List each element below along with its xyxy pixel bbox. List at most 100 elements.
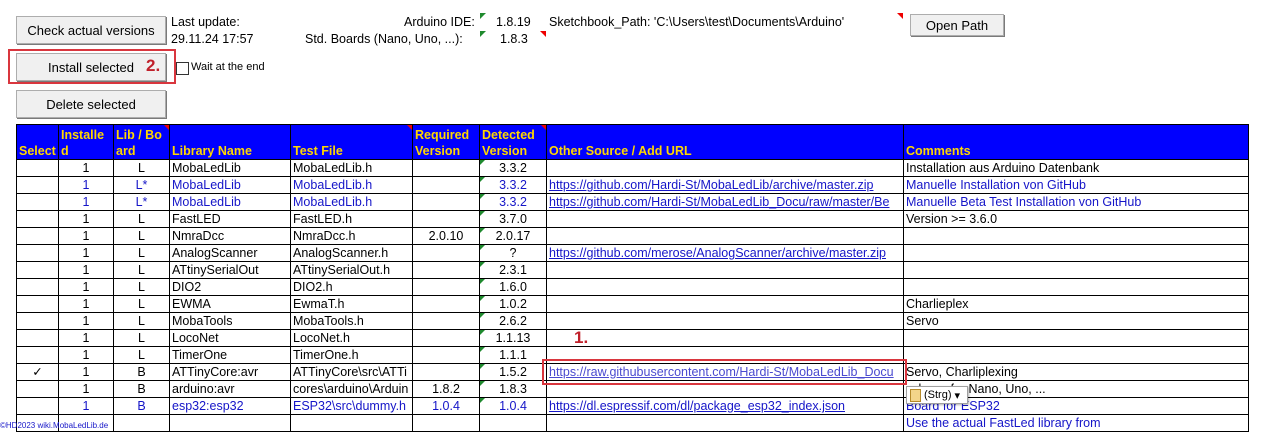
select-cell[interactable] bbox=[16, 380, 59, 398]
url-cell[interactable] bbox=[546, 227, 904, 245]
detected-version-cell[interactable]: 3.3.2 bbox=[479, 159, 547, 177]
detected-version-cell[interactable]: ? bbox=[479, 244, 547, 262]
url-cell[interactable] bbox=[546, 414, 904, 432]
column-header-required-version[interactable]: Required Version bbox=[412, 124, 480, 160]
comment-cell[interactable] bbox=[903, 346, 1249, 364]
test-file-cell[interactable]: MobaLedLib.h bbox=[290, 176, 413, 194]
library-name-cell[interactable]: MobaLedLib bbox=[169, 176, 291, 194]
detected-version-cell[interactable]: 3.3.2 bbox=[479, 176, 547, 194]
column-header-installed[interactable]: Installed bbox=[58, 124, 114, 160]
installed-cell[interactable]: 1 bbox=[58, 312, 114, 330]
select-cell[interactable] bbox=[16, 397, 59, 415]
url-cell[interactable]: https://dl.espressif.com/dl/package_esp3… bbox=[546, 397, 904, 415]
library-name-cell[interactable] bbox=[169, 414, 291, 432]
table-row[interactable]: 1 L MobaLedLib MobaLedLib.h 3.3.2 Installatio… bbox=[16, 159, 1249, 177]
select-cell[interactable] bbox=[16, 329, 59, 347]
library-name-cell[interactable]: MobaLedLib bbox=[169, 159, 291, 177]
lib-board-cell[interactable]: L bbox=[113, 346, 170, 364]
test-file-cell[interactable]: DIO2.h bbox=[290, 278, 413, 296]
table-row[interactable]: 1 L FastLED FastLED.h 3.7.0 Version >= 3.6.0 bbox=[16, 210, 1249, 228]
table-row[interactable]: Use the actual FastLed library from bbox=[16, 414, 1249, 432]
detected-version-cell[interactable]: 1.8.3 bbox=[479, 380, 547, 398]
lib-board-cell[interactable]: L bbox=[113, 278, 170, 296]
test-file-cell[interactable]: EwmaT.h bbox=[290, 295, 413, 313]
installed-cell[interactable]: 1 bbox=[58, 176, 114, 194]
detected-version-cell[interactable]: 3.3.2 bbox=[479, 193, 547, 211]
library-name-cell[interactable]: NmraDcc bbox=[169, 227, 291, 245]
url-cell[interactable] bbox=[546, 312, 904, 330]
column-header-select[interactable]: Select bbox=[16, 124, 59, 160]
installed-cell[interactable]: 1 bbox=[58, 346, 114, 364]
table-row[interactable]: 1 L ATtinySerialOut ATtinySerialOut.h 2.3.1 bbox=[16, 261, 1249, 279]
test-file-cell[interactable] bbox=[290, 414, 413, 432]
library-name-cell[interactable]: LocoNet bbox=[169, 329, 291, 347]
select-cell[interactable] bbox=[16, 176, 59, 194]
column-header-detected-version[interactable]: Detected Version bbox=[479, 124, 547, 160]
required-version-cell[interactable] bbox=[412, 176, 480, 194]
detected-version-cell[interactable]: 3.7.0 bbox=[479, 210, 547, 228]
required-version-cell[interactable] bbox=[412, 295, 480, 313]
comment-cell[interactable]: Servo, Charliplexing bbox=[903, 363, 1249, 381]
installed-cell[interactable]: 1 bbox=[58, 397, 114, 415]
select-cell[interactable] bbox=[16, 159, 59, 177]
comment-cell[interactable] bbox=[903, 227, 1249, 245]
installed-cell[interactable]: 1 bbox=[58, 380, 114, 398]
detected-version-cell[interactable]: 2.3.1 bbox=[479, 261, 547, 279]
table-row[interactable]: 1 L LocoNet LocoNet.h 1.1.13 bbox=[16, 329, 1249, 347]
column-header-other-source[interactable]: Other Source / Add URL bbox=[546, 124, 904, 160]
select-cell[interactable] bbox=[16, 244, 59, 262]
url-cell[interactable] bbox=[546, 278, 904, 296]
table-row[interactable]: 1 L EWMA EwmaT.h 1.0.2 Charlieplex bbox=[16, 295, 1249, 313]
url-cell[interactable] bbox=[546, 159, 904, 177]
library-name-cell[interactable]: AnalogScanner bbox=[169, 244, 291, 262]
check-versions-button[interactable]: Check actual versions bbox=[16, 16, 166, 44]
delete-selected-button[interactable]: Delete selected bbox=[16, 90, 166, 118]
test-file-cell[interactable]: LocoNet.h bbox=[290, 329, 413, 347]
required-version-cell[interactable] bbox=[412, 244, 480, 262]
comment-cell[interactable]: Charlieplex bbox=[903, 295, 1249, 313]
detected-version-cell[interactable]: 1.1.1 bbox=[479, 346, 547, 364]
test-file-cell[interactable]: MobaTools.h bbox=[290, 312, 413, 330]
detected-version-cell[interactable]: 1.1.13 bbox=[479, 329, 547, 347]
library-name-cell[interactable]: MobaTools bbox=[169, 312, 291, 330]
test-file-cell[interactable]: ATTinyCore\src\ATTi bbox=[290, 363, 413, 381]
library-name-cell[interactable]: TimerOne bbox=[169, 346, 291, 364]
comment-cell[interactable] bbox=[903, 244, 1249, 262]
select-cell[interactable] bbox=[16, 227, 59, 245]
test-file-cell[interactable]: MobaLedLib.h bbox=[290, 193, 413, 211]
comment-cell[interactable] bbox=[903, 261, 1249, 279]
lib-board-cell[interactable]: L bbox=[113, 261, 170, 279]
column-header-test-file[interactable]: Test File bbox=[290, 124, 413, 160]
lib-board-cell[interactable]: L bbox=[113, 329, 170, 347]
required-version-cell[interactable] bbox=[412, 278, 480, 296]
url-cell[interactable] bbox=[546, 329, 904, 347]
required-version-cell[interactable] bbox=[412, 414, 480, 432]
test-file-cell[interactable]: ATtinySerialOut.h bbox=[290, 261, 413, 279]
installed-cell[interactable]: 1 bbox=[58, 295, 114, 313]
library-name-cell[interactable]: EWMA bbox=[169, 295, 291, 313]
comment-cell[interactable]: Manuelle Beta Test Installation von GitH… bbox=[903, 193, 1249, 211]
required-version-cell[interactable] bbox=[412, 346, 480, 364]
required-version-cell[interactable] bbox=[412, 159, 480, 177]
detected-version-cell[interactable]: 2.0.17 bbox=[479, 227, 547, 245]
lib-board-cell[interactable] bbox=[113, 414, 170, 432]
table-row[interactable]: 1 L DIO2 DIO2.h 1.6.0 bbox=[16, 278, 1249, 296]
test-file-cell[interactable]: AnalogScanner.h bbox=[290, 244, 413, 262]
required-version-cell[interactable]: 1.0.4 bbox=[412, 397, 480, 415]
url-cell[interactable] bbox=[546, 210, 904, 228]
library-name-cell[interactable]: esp32:esp32 bbox=[169, 397, 291, 415]
installed-cell[interactable]: 1 bbox=[58, 193, 114, 211]
open-path-button[interactable]: Open Path bbox=[910, 14, 1004, 36]
lib-board-cell[interactable]: L bbox=[113, 159, 170, 177]
select-cell[interactable] bbox=[16, 278, 59, 296]
library-name-cell[interactable]: ATTinyCore:avr bbox=[169, 363, 291, 381]
required-version-cell[interactable] bbox=[412, 329, 480, 347]
column-header-library-name[interactable]: Library Name bbox=[169, 124, 291, 160]
installed-cell[interactable]: 1 bbox=[58, 210, 114, 228]
table-row[interactable]: 1 L MobaTools MobaTools.h 2.6.2 Servo bbox=[16, 312, 1249, 330]
column-header-comments[interactable]: Comments bbox=[903, 124, 1249, 160]
lib-board-cell[interactable]: B bbox=[113, 380, 170, 398]
library-name-cell[interactable]: FastLED bbox=[169, 210, 291, 228]
detected-version-cell[interactable]: 1.0.4 bbox=[479, 397, 547, 415]
installed-cell[interactable]: 1 bbox=[58, 244, 114, 262]
